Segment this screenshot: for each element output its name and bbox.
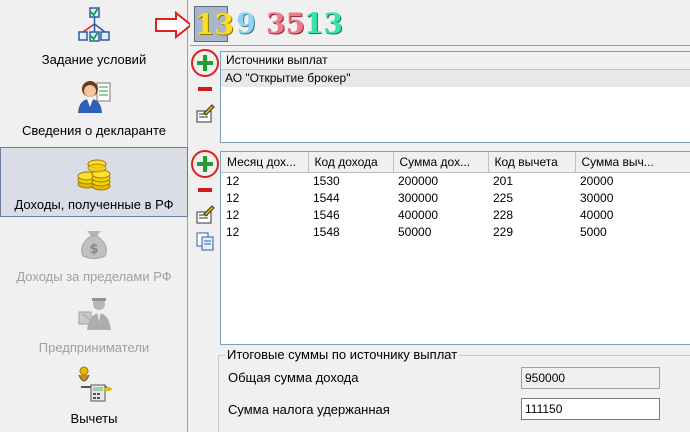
- table-row[interactable]: 12 1544 300000 225 30000: [221, 189, 690, 206]
- sources-header: Источники выплат: [221, 52, 690, 70]
- svg-text:$: $: [89, 242, 98, 257]
- totals-title: Итоговые суммы по источнику выплат: [225, 347, 460, 362]
- sidebar-navigation: Задание условий Сведения о декларанте До…: [0, 0, 188, 432]
- conditions-flowchart-icon: [78, 7, 110, 42]
- column-header-income-month[interactable]: Месяц дох...: [221, 152, 309, 173]
- money-bag-icon: $: [81, 231, 107, 259]
- cell-deduction-sum: 30000: [580, 190, 614, 205]
- cell-income-sum: 50000: [398, 224, 432, 239]
- cell-month: 12: [226, 224, 240, 239]
- nav-item-entrepreneurs[interactable]: Предприниматели: [0, 288, 188, 359]
- cell-income-code: 1546: [313, 207, 340, 222]
- totals-group: Итоговые суммы по источнику выплат Общая…: [218, 347, 690, 432]
- edit-income-button[interactable]: [194, 204, 216, 226]
- tax-rate-bar: 13 9 35 13: [190, 0, 690, 46]
- total-income-label: Общая сумма дохода: [228, 370, 359, 385]
- edit-source-button[interactable]: [194, 103, 216, 125]
- declarant-person-icon: [78, 81, 111, 113]
- tax-withheld-label: Сумма налога удержанная: [228, 402, 390, 417]
- cell-month: 12: [226, 190, 240, 205]
- cell-income-code: 1548: [313, 224, 340, 239]
- copy-income-button[interactable]: [194, 230, 216, 252]
- rate-tab-13-alt[interactable]: 13: [304, 6, 343, 42]
- copy-icon: [196, 232, 214, 251]
- table-row[interactable]: 12 1548 50000 229 5000: [221, 223, 690, 240]
- nav-item-label: Вычеты: [70, 411, 118, 426]
- income-table: Месяц дох... Код дохода Сумма дох... Код…: [220, 151, 690, 345]
- cell-deduction-code: 201: [493, 173, 514, 188]
- coins-icon: [77, 159, 111, 191]
- nav-item-label: Задание условий: [41, 52, 147, 67]
- cell-deduction-code: 228: [493, 207, 514, 222]
- cell-income-sum: 300000: [398, 190, 439, 205]
- cell-deduction-sum: 40000: [580, 207, 614, 222]
- remove-icon: [198, 87, 212, 91]
- column-header-deduction-code[interactable]: Код вычета: [488, 152, 576, 173]
- total-income-field: 950000: [521, 367, 660, 389]
- nav-item-label: Предприниматели: [38, 340, 150, 355]
- cell-month: 12: [226, 173, 240, 188]
- cell-deduction-sum: 5000: [580, 224, 607, 239]
- remove-income-button[interactable]: [194, 179, 216, 201]
- payment-sources-list: Источники выплат АО "Открытие брокер": [220, 51, 690, 143]
- entrepreneur-icon: [78, 298, 111, 330]
- nav-item-declarant[interactable]: Сведения о декларанте: [0, 71, 188, 142]
- table-row[interactable]: 12 1546 400000 228 40000: [221, 206, 690, 223]
- cell-deduction-code: 225: [493, 190, 514, 205]
- source-row[interactable]: АО "Открытие брокер": [221, 70, 690, 87]
- deductions-scales-icon: [78, 366, 112, 402]
- add-icon: [197, 55, 213, 71]
- edit-icon: [196, 205, 215, 224]
- cell-deduction-code: 229: [493, 224, 514, 239]
- nav-item-label: Доходы за пределами РФ: [16, 269, 172, 284]
- nav-item-deductions[interactable]: Вычеты: [0, 359, 188, 430]
- cell-deduction-sum: 20000: [580, 173, 614, 188]
- nav-item-income-abroad[interactable]: $ Доходы за пределами РФ: [0, 217, 188, 288]
- rate-tab-9[interactable]: 9: [236, 6, 256, 42]
- tax-withheld-field[interactable]: 111150: [521, 398, 660, 420]
- remove-source-button[interactable]: [194, 78, 216, 100]
- annotation-arrow-icon: [155, 10, 193, 40]
- nav-item-label: Доходы, полученные в РФ: [14, 197, 174, 212]
- column-header-income-sum[interactable]: Сумма дох...: [393, 152, 489, 173]
- add-income-button[interactable]: [194, 153, 216, 175]
- column-header-income-code[interactable]: Код дохода: [308, 152, 394, 173]
- cell-income-code: 1530: [313, 173, 340, 188]
- cell-income-code: 1544: [313, 190, 340, 205]
- nav-item-label: Сведения о декларанте: [22, 123, 166, 138]
- rate-tab-35[interactable]: 35: [266, 6, 305, 42]
- column-header-deduction-sum[interactable]: Сумма выч...: [575, 152, 690, 173]
- remove-icon: [198, 188, 212, 192]
- nav-item-income-rf[interactable]: Доходы, полученные в РФ: [0, 147, 188, 217]
- cell-income-sum: 400000: [398, 207, 439, 222]
- cell-income-sum: 200000: [398, 173, 439, 188]
- add-icon: [197, 156, 213, 172]
- edit-icon: [196, 104, 215, 123]
- cell-month: 12: [226, 207, 240, 222]
- add-source-button[interactable]: [194, 52, 216, 74]
- rate-tab-13[interactable]: 13: [194, 6, 234, 42]
- table-row[interactable]: 12 1530 200000 201 20000: [221, 172, 690, 189]
